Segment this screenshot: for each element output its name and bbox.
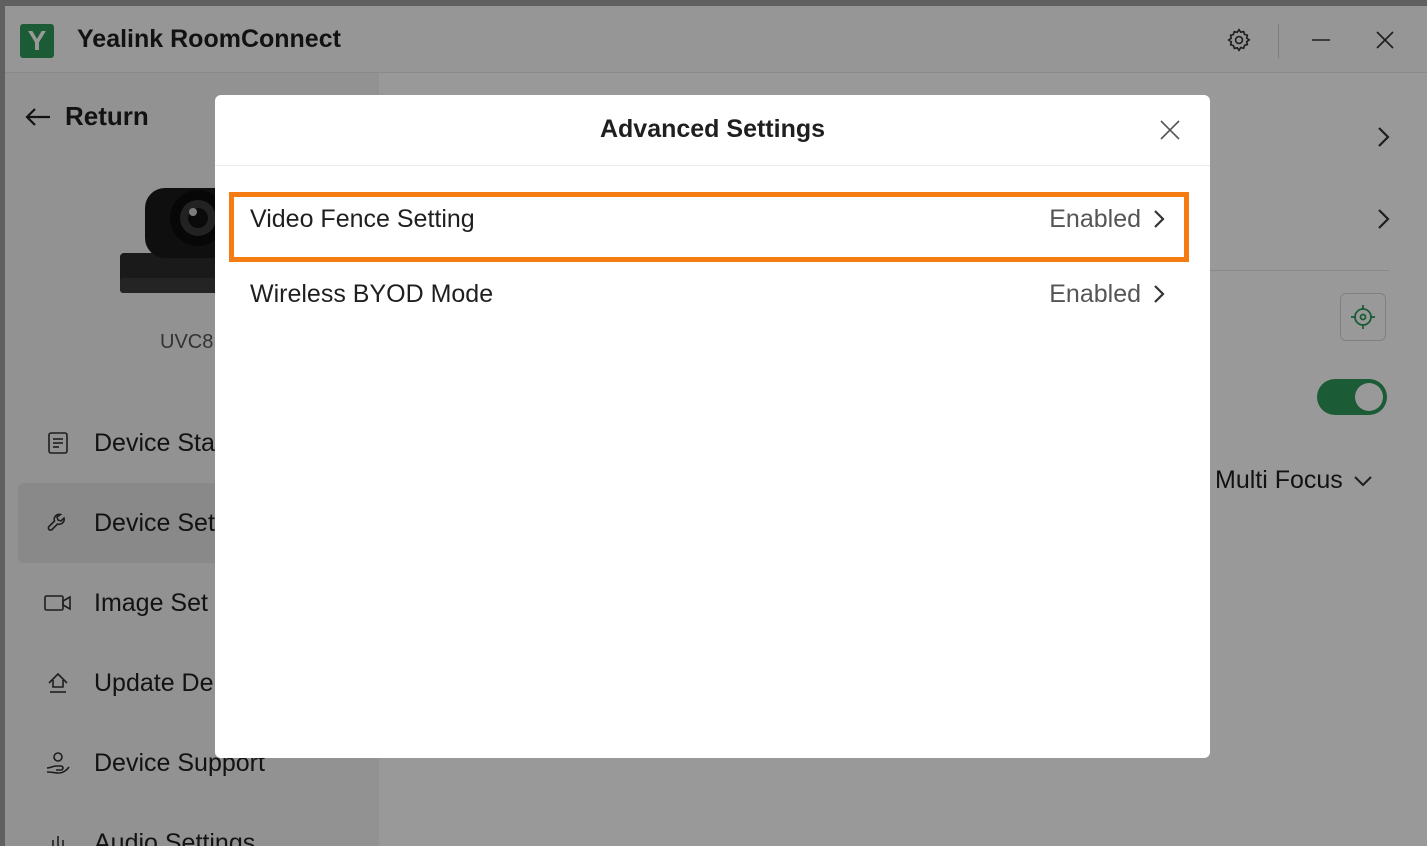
dialog-title: Advanced Settings bbox=[599, 115, 826, 143]
row-label: Wireless BYOD Mode bbox=[250, 279, 494, 308]
close-icon[interactable] bbox=[1155, 115, 1185, 145]
row-value: Enabled bbox=[1049, 280, 1165, 309]
wireless-byod-mode-row[interactable]: Wireless BYOD Mode Enabled bbox=[230, 264, 1185, 324]
dialog-header: Advanced Settings bbox=[215, 95, 1210, 166]
advanced-settings-dialog: Advanced Settings Video Fence Setting En… bbox=[215, 95, 1210, 758]
row-value: Enabled bbox=[1049, 205, 1165, 234]
chevron-right-icon bbox=[1154, 210, 1165, 228]
row-label: Video Fence Setting bbox=[250, 204, 475, 233]
chevron-right-icon bbox=[1154, 285, 1165, 303]
row-status: Enabled bbox=[1049, 204, 1141, 233]
video-fence-setting-row[interactable]: Video Fence Setting Enabled bbox=[230, 189, 1185, 249]
row-status: Enabled bbox=[1049, 279, 1141, 308]
